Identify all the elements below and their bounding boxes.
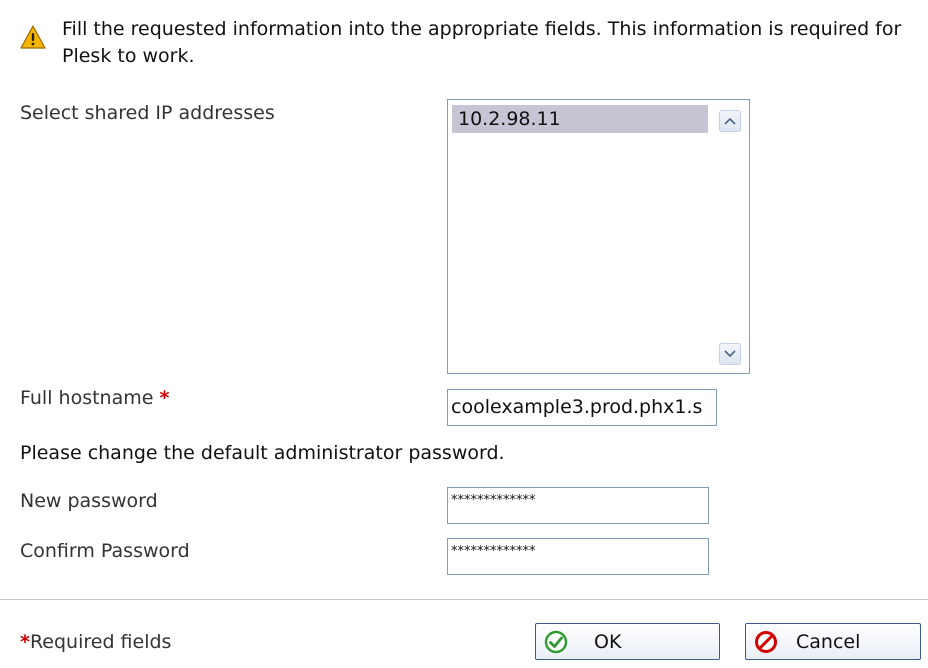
cancel-icon <box>755 630 777 653</box>
notice-message: Fill the requested information into the … <box>62 18 902 67</box>
check-circle-icon <box>544 630 568 653</box>
chevron-up-icon <box>724 117 736 125</box>
required-marker: * <box>20 631 30 653</box>
required-marker: * <box>159 387 170 409</box>
new-password-label: New password <box>20 490 158 512</box>
hostname-input[interactable]: coolexample3.prod.phx1.s <box>447 389 717 426</box>
ip-option[interactable]: 10.2.98.11 <box>452 105 708 133</box>
cancel-button[interactable]: Cancel <box>745 623 921 660</box>
ok-button-label: OK <box>594 630 622 653</box>
confirm-password-input[interactable]: ************* <box>447 538 709 575</box>
required-fields-text: Required fields <box>29 631 172 653</box>
new-password-input[interactable]: ************* <box>447 487 709 524</box>
divider <box>0 599 928 600</box>
warning-icon <box>20 25 46 49</box>
ok-button[interactable]: OK <box>535 623 720 660</box>
password-section-heading: Please change the default administrator … <box>20 442 505 464</box>
hostname-label: Full hostname * <box>20 387 169 409</box>
cancel-button-label: Cancel <box>796 630 861 653</box>
confirm-password-label: Confirm Password <box>20 540 190 562</box>
scroll-up-button[interactable] <box>719 110 741 132</box>
required-fields-note: *Required fields <box>20 631 171 653</box>
chevron-down-icon <box>724 350 736 358</box>
shared-ip-listbox[interactable]: 10.2.98.11 <box>447 99 750 374</box>
scroll-down-button[interactable] <box>719 343 741 365</box>
shared-ip-label: Select shared IP addresses <box>20 102 275 124</box>
hostname-label-text: Full hostname <box>20 387 154 409</box>
